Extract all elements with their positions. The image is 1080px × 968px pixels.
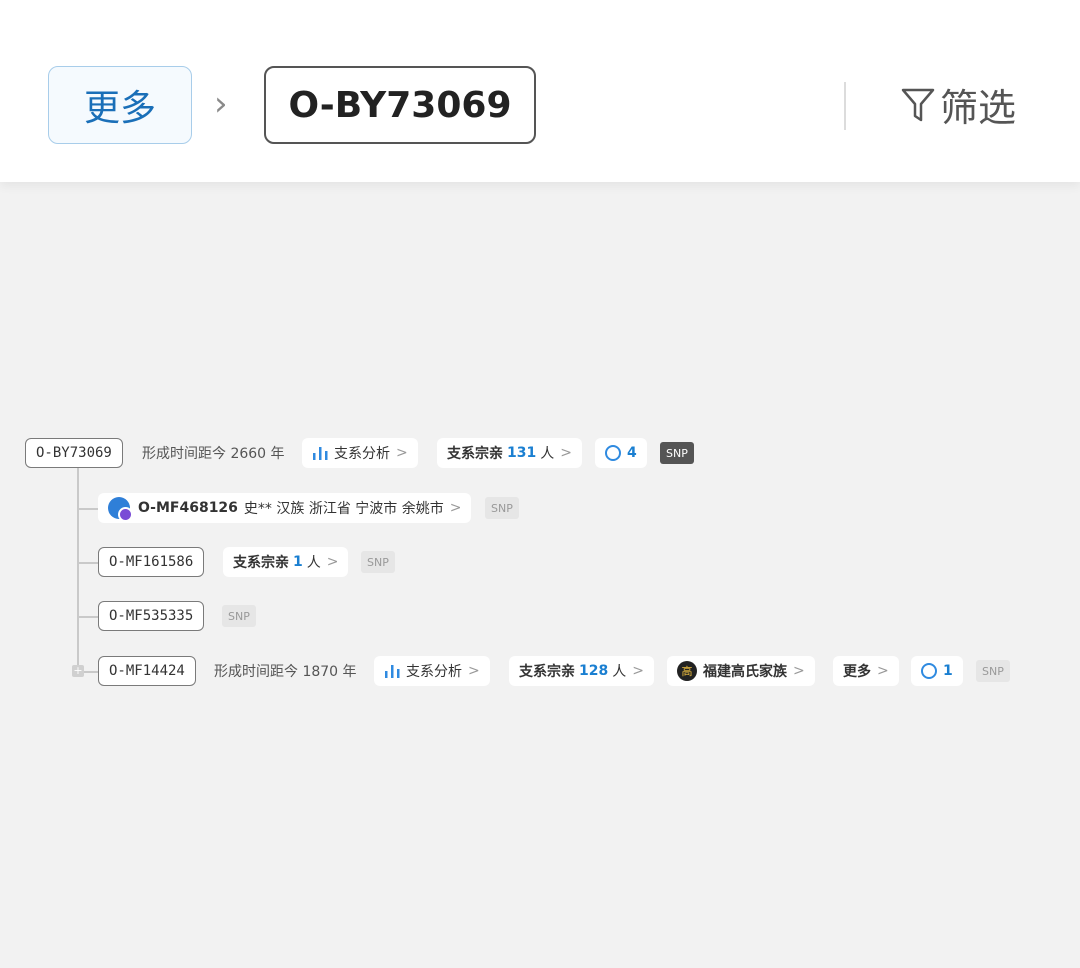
sample-chip[interactable]: O-MF468126 史** 汉族 浙江省 宁波市 余姚市 > (98, 493, 472, 523)
breadcrumb-chevron-icon: › (214, 84, 228, 124)
kin-count: 128 (579, 663, 609, 679)
tree-connector (78, 562, 98, 564)
breadcrumb-current[interactable]: O-BY73069 (264, 66, 536, 144)
chevron-right-icon: > (632, 663, 644, 679)
branch-kin-button[interactable]: 支系宗亲 131 人 > (437, 438, 582, 468)
branch-kin-button[interactable]: 支系宗亲 128 人 > (509, 656, 654, 686)
user-avatar-icon (108, 497, 133, 522)
snp-badge[interactable]: SNP (485, 497, 519, 519)
comments-button[interactable]: 4 (595, 438, 647, 468)
chevron-right-icon: > (449, 500, 462, 516)
chevron-right-icon: > (326, 554, 339, 570)
tree-node[interactable]: O-MF14424 (98, 656, 196, 686)
kin-count: 131 (507, 445, 537, 461)
kin-label: 支系宗亲 (447, 446, 503, 462)
branch-analysis-button[interactable]: 支系分析 > (302, 438, 418, 468)
comment-icon (921, 663, 937, 679)
comment-count: 1 (943, 663, 953, 679)
chevron-right-icon: > (468, 663, 480, 679)
formed-time: 形成时间距今 1870 年 (214, 664, 357, 680)
kin-suffix: 人 (612, 664, 627, 680)
analysis-label: 支系分析 (406, 664, 462, 680)
chevron-right-icon: > (877, 663, 889, 679)
expand-icon[interactable]: + (72, 665, 84, 677)
header: 更多 › O-BY73069 筛选 (0, 0, 1080, 182)
snp-badge[interactable]: SNP (361, 551, 395, 573)
kin-label: 支系宗亲 (519, 664, 575, 680)
family-label: 福建高氏家族 (703, 664, 787, 680)
kin-label: 支系宗亲 (233, 555, 289, 571)
sample-id: O-MF468126 (138, 500, 238, 516)
snp-badge[interactable]: SNP (222, 605, 256, 627)
tree-node[interactable]: O-MF161586 (98, 547, 205, 577)
snp-badge[interactable]: SNP (660, 442, 694, 464)
chevron-right-icon: > (793, 663, 805, 679)
tree-node-root[interactable]: O-BY73069 (25, 438, 123, 468)
family-button[interactable]: 高 福建高氏家族 > (667, 656, 815, 686)
chevron-right-icon: > (560, 445, 572, 461)
more-button[interactable]: 更多 > (833, 656, 899, 686)
filter-button[interactable]: 筛选 (900, 76, 1016, 132)
family-crest-icon: 高 (677, 661, 697, 681)
tree-connector (78, 508, 98, 510)
sample-detail: 史** 汉族 浙江省 宁波市 余姚市 (243, 501, 444, 517)
comment-icon (605, 445, 621, 461)
tree-connector (77, 468, 79, 672)
bar-chart-icon (313, 447, 328, 460)
tree-node[interactable]: O-MF535335 (98, 601, 205, 631)
branch-kin-button[interactable]: 支系宗亲 1 人 > (223, 547, 349, 577)
comments-button[interactable]: 1 (911, 656, 963, 686)
kin-suffix: 人 (540, 446, 555, 462)
analysis-label: 支系分析 (334, 446, 390, 462)
chevron-right-icon: > (396, 445, 408, 461)
bar-chart-icon (385, 665, 400, 678)
formed-time: 形成时间距今 2660 年 (142, 446, 285, 462)
tree-connector (78, 616, 98, 618)
comment-count: 4 (627, 445, 637, 461)
filter-icon (901, 88, 935, 122)
snp-badge[interactable]: SNP (976, 660, 1010, 682)
filter-label: 筛选 (940, 85, 1017, 130)
branch-analysis-button[interactable]: 支系分析 > (374, 656, 490, 686)
divider (844, 82, 846, 130)
tree-connector (84, 671, 98, 673)
kin-count: 1 (293, 554, 303, 570)
breadcrumb-more-button[interactable]: 更多 (48, 66, 192, 144)
kin-suffix: 人 (306, 555, 321, 571)
more-label: 更多 (843, 664, 871, 680)
